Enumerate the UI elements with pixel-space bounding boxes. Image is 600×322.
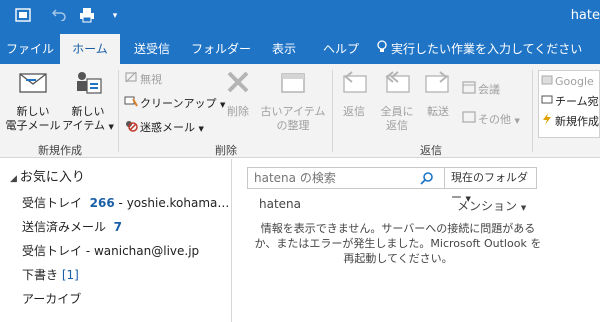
cleanup-button[interactable]: クリーンアップ ▼ bbox=[124, 94, 225, 112]
folder-move-icon bbox=[541, 73, 553, 91]
reply-all-icon bbox=[376, 68, 418, 102]
folder-inbox-yoshie[interactable]: 受信トレイ 266 - yoshie.kohama… bbox=[22, 194, 228, 211]
tab-file[interactable]: ファイル bbox=[0, 34, 60, 64]
folder-pane: ◢ お気に入り 受信トレイ 266 - yoshie.kohama… 送信済みメー… bbox=[0, 159, 232, 322]
folder-inbox-wanichan[interactable]: 受信トレイ - wanichan@live.jp bbox=[22, 242, 228, 259]
lightbulb-icon bbox=[376, 35, 388, 65]
group-separator bbox=[118, 70, 119, 152]
folder-archive[interactable]: アーカイブ bbox=[22, 290, 228, 307]
cleanup-icon bbox=[124, 94, 138, 114]
quick-step-create-new[interactable]: 新規作成 bbox=[541, 113, 599, 131]
folder-sent-items[interactable]: 送信済みメール 7 bbox=[22, 218, 228, 235]
more-respond-button[interactable]: その他 ▼ bbox=[462, 110, 520, 128]
tab-folder[interactable]: フォルダー bbox=[188, 34, 254, 64]
reply-all-button[interactable]: 全員に 返信 bbox=[376, 68, 418, 133]
collapse-triangle-icon: ◢ bbox=[10, 174, 17, 184]
archive-box-icon bbox=[256, 68, 330, 102]
team-email-icon bbox=[541, 93, 553, 111]
new-email-button[interactable]: 新しい 電子メール bbox=[4, 68, 62, 133]
group-separator bbox=[332, 70, 333, 152]
tab-send-receive[interactable]: 送受信 bbox=[124, 34, 180, 64]
new-group-label: 新規作成 bbox=[38, 144, 82, 157]
title-bar: ▾ hate bbox=[0, 0, 600, 34]
group-separator bbox=[532, 70, 533, 152]
more-icon bbox=[462, 110, 476, 130]
delete-group-label: 削除 bbox=[215, 144, 237, 157]
ribbon-tabs: ファイル ホーム 送受信 フォルダー 表示 ヘルプ 実行したい作業を入力してくだ… bbox=[0, 34, 600, 64]
window-title: hate bbox=[570, 8, 600, 23]
print-icon[interactable] bbox=[78, 7, 96, 25]
tell-me-box[interactable]: 実行したい作業を入力してください bbox=[376, 34, 600, 64]
error-line: か、またはエラーが発生しました。Microsoft Outlook を bbox=[254, 237, 542, 250]
junk-icon bbox=[124, 118, 138, 138]
forward-icon bbox=[420, 68, 456, 102]
quick-steps-gallery[interactable]: Google チーム宛 新規作成 bbox=[538, 70, 600, 138]
cleanup-old-items-button[interactable]: 古いアイテム の整理 bbox=[256, 68, 330, 133]
meeting-button[interactable]: 会議 bbox=[462, 80, 500, 98]
chevron-down-icon: ▼ bbox=[520, 204, 527, 212]
search-scope-dropdown[interactable]: 現在のフォルダー ▼ bbox=[444, 168, 536, 204]
forward-button[interactable]: 転送 bbox=[420, 68, 456, 119]
search-icon[interactable] bbox=[420, 171, 434, 188]
search-box[interactable]: 現在のフォルダー ▼ bbox=[247, 167, 537, 204]
quick-step-google[interactable]: Google bbox=[541, 73, 594, 91]
account-name: hatena bbox=[259, 197, 302, 211]
new-email-icon bbox=[4, 68, 62, 102]
error-line: 情報を表示できません。サーバーへの接続に問題がある bbox=[260, 222, 536, 235]
reply-icon bbox=[336, 68, 372, 102]
chevron-down-icon: ▼ bbox=[108, 123, 114, 131]
delete-x-icon bbox=[220, 68, 256, 102]
outlook-app-icon[interactable] bbox=[14, 7, 32, 25]
folder-drafts[interactable]: 下書き [1] bbox=[22, 266, 228, 283]
chevron-down-icon: ▼ bbox=[198, 125, 204, 133]
ignore-icon bbox=[124, 70, 138, 90]
reply-group-label: 返信 bbox=[420, 144, 442, 157]
reply-button[interactable]: 返信 bbox=[336, 68, 372, 119]
search-input[interactable] bbox=[254, 170, 424, 186]
tab-view[interactable]: 表示 bbox=[260, 34, 308, 64]
ignore-button[interactable]: 無視 bbox=[124, 70, 162, 88]
new-items-button[interactable]: 新しい アイテム ▼ bbox=[62, 68, 114, 134]
tab-help[interactable]: ヘルプ bbox=[314, 34, 368, 64]
message-list-pane: 現在のフォルダー ▼ hatena メンション ▼ 情報を表示できません。サーバ… bbox=[233, 159, 600, 322]
chevron-down-icon: ▼ bbox=[514, 117, 520, 125]
junk-button[interactable]: 迷惑メール ▼ bbox=[124, 118, 204, 136]
favorites-header[interactable]: ◢ お気に入り bbox=[10, 166, 85, 185]
new-items-icon bbox=[62, 68, 114, 102]
customize-qat-icon[interactable]: ▾ bbox=[106, 7, 124, 25]
error-line: 再起動してください。 bbox=[343, 252, 453, 265]
mention-filter[interactable]: メンション ▼ bbox=[457, 197, 526, 214]
delete-button[interactable]: 削除 bbox=[220, 68, 256, 119]
tab-home[interactable]: ホーム bbox=[60, 34, 120, 64]
ribbon: 新しい 電子メール 新しい アイテム ▼ 新規作成 無視 クリーンアップ ▼ 迷… bbox=[0, 64, 600, 158]
lightning-icon bbox=[541, 113, 553, 131]
undo-icon[interactable] bbox=[50, 7, 68, 25]
quick-step-team[interactable]: チーム宛 bbox=[541, 93, 599, 111]
calendar-icon bbox=[462, 80, 476, 100]
connection-error-message: 情報を表示できません。サーバーへの接続に問題がある か、またはエラーが発生しまし… bbox=[253, 221, 543, 266]
